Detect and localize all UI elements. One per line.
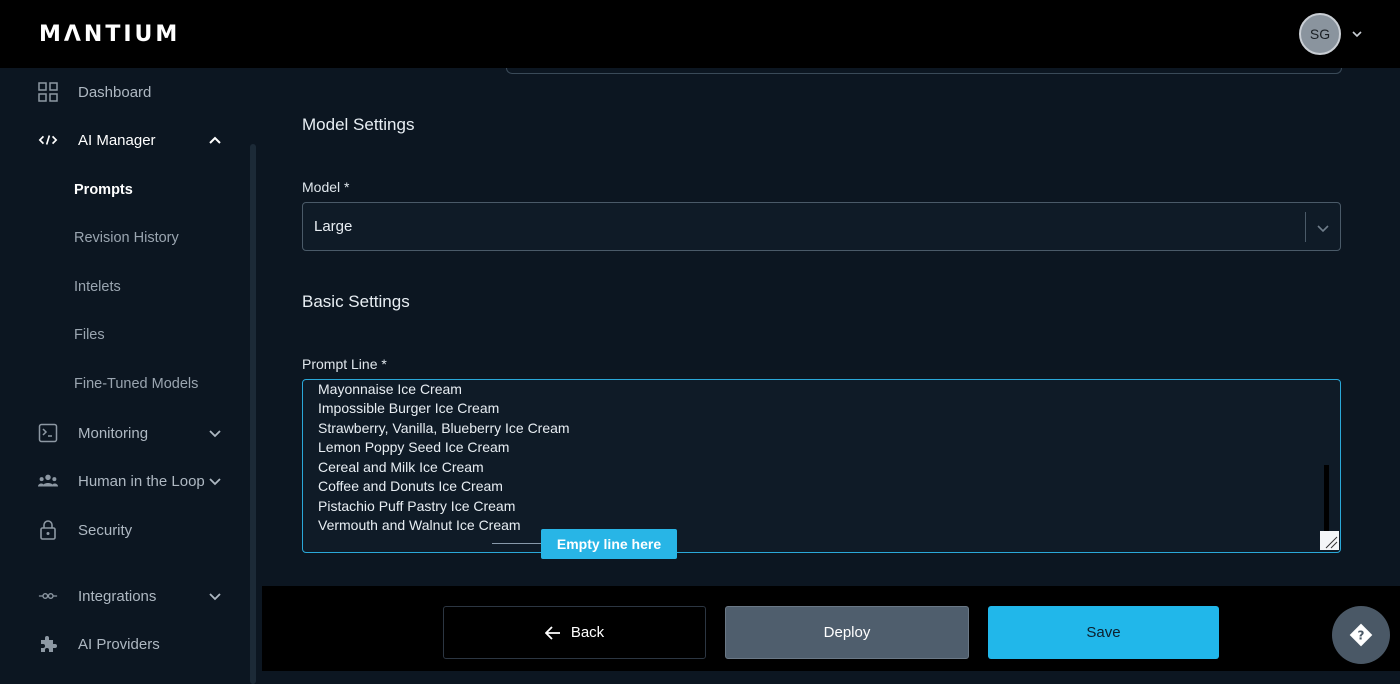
prompt-line-label: Prompt Line *	[302, 356, 387, 372]
resize-handle-icon[interactable]	[1320, 531, 1339, 550]
sidebar-label-dashboard: Dashboard	[78, 83, 152, 101]
sidebar-item-fine-tuned-models[interactable]: Fine-Tuned Models	[74, 376, 198, 392]
sidebar-label-integrations: Integrations	[78, 587, 157, 605]
sidebar-label-ai-providers: AI Providers	[78, 635, 160, 653]
prompt-line-text: Mayonnaise Ice Cream	[318, 381, 462, 397]
help-icon: ?	[1349, 623, 1373, 647]
deploy-button[interactable]: Deploy	[725, 606, 969, 659]
lock-icon	[38, 520, 58, 540]
sidebar-scrollbar[interactable]	[250, 144, 256, 684]
model-settings-title: Model Settings	[302, 115, 415, 134]
dashboard-icon	[38, 82, 58, 102]
chevron-down-icon[interactable]	[1316, 221, 1330, 235]
chevron-down-icon[interactable]	[208, 474, 222, 488]
sidebar-item-prompts[interactable]: Prompts	[74, 182, 133, 198]
prompt-line-text: Impossible Burger Ice Cream	[318, 400, 500, 416]
footer-bar: Back Deploy Save	[262, 586, 1400, 671]
sidebar-item-integrations[interactable]: Integrations	[0, 576, 250, 616]
sidebar-item-revision-history[interactable]: Revision History	[74, 230, 179, 246]
puzzle-icon	[38, 634, 58, 654]
back-button-label: Back	[570, 624, 605, 641]
model-select-value: Large	[314, 218, 353, 235]
sidebar: Dashboard AI Manager Prompts Revision Hi…	[0, 68, 262, 684]
sidebar-label-monitoring: Monitoring	[78, 424, 149, 442]
save-button[interactable]: Save	[988, 606, 1219, 659]
sidebar-label-human-in-the-loop: Human in the Loop	[78, 472, 205, 490]
prompt-line-text: Lemon Poppy Seed Ice Cream	[318, 439, 510, 455]
sidebar-item-intelets[interactable]: Intelets	[74, 279, 121, 295]
basic-settings-title: Basic Settings	[302, 292, 410, 311]
main-content: Model Settings Model * Large Basic Setti…	[262, 68, 1384, 586]
sidebar-label-ai-manager: AI Manager	[78, 131, 156, 149]
empty-line-callout: Empty line here	[541, 529, 677, 559]
sidebar-label-security: Security	[78, 521, 133, 539]
model-label: Model *	[302, 179, 350, 195]
chevron-down-icon[interactable]	[208, 426, 222, 440]
code-icon	[38, 130, 58, 150]
sidebar-item-monitoring[interactable]: Monitoring	[0, 413, 250, 453]
prompt-line-text: Strawberry, Vanilla, Blueberry Ice Cream	[318, 420, 570, 436]
svg-text:?: ?	[1358, 629, 1365, 643]
sidebar-item-ai-providers[interactable]: AI Providers	[0, 624, 250, 664]
prompt-line-text: Coffee and Donuts Ice Cream	[318, 478, 503, 494]
arrow-left-icon	[544, 625, 560, 640]
chevron-down-icon[interactable]	[1351, 28, 1363, 40]
terminal-icon	[38, 423, 58, 443]
prompt-line-textarea[interactable]: Mayonnaise Ice Cream Impossible Burger I…	[302, 379, 1341, 553]
deploy-button-label: Deploy	[823, 624, 871, 641]
callout-pointer	[492, 543, 542, 544]
prompt-line-text: Cereal and Milk Ice Cream	[318, 459, 484, 475]
mantium-logo[interactable]: MΛNTIUM	[39, 22, 180, 47]
save-button-label: Save	[1086, 624, 1121, 641]
help-button[interactable]: ?	[1332, 606, 1390, 664]
chevron-up-icon[interactable]	[208, 133, 222, 147]
sidebar-item-files[interactable]: Files	[74, 327, 105, 343]
model-select[interactable]: Large	[302, 202, 1341, 251]
sidebar-item-ai-manager[interactable]: AI Manager	[0, 120, 250, 160]
user-avatar[interactable]: SG	[1299, 13, 1341, 55]
prompt-line-text: Vermouth and Walnut Ice Cream	[318, 517, 521, 533]
prompt-line-text: Pistachio Puff Pastry Ice Cream	[318, 498, 516, 514]
sidebar-item-dashboard[interactable]: Dashboard	[0, 72, 250, 112]
top-bar: MΛNTIUM SG	[0, 0, 1400, 68]
previous-field[interactable]	[506, 68, 1342, 74]
sidebar-item-human-in-the-loop[interactable]: Human in the Loop	[0, 461, 250, 501]
back-button[interactable]: Back	[443, 606, 706, 659]
chevron-down-icon[interactable]	[208, 589, 222, 603]
select-separator	[1305, 212, 1306, 242]
sidebar-item-security[interactable]: Security	[0, 510, 250, 550]
people-icon	[38, 471, 58, 491]
integrations-icon	[38, 586, 58, 606]
